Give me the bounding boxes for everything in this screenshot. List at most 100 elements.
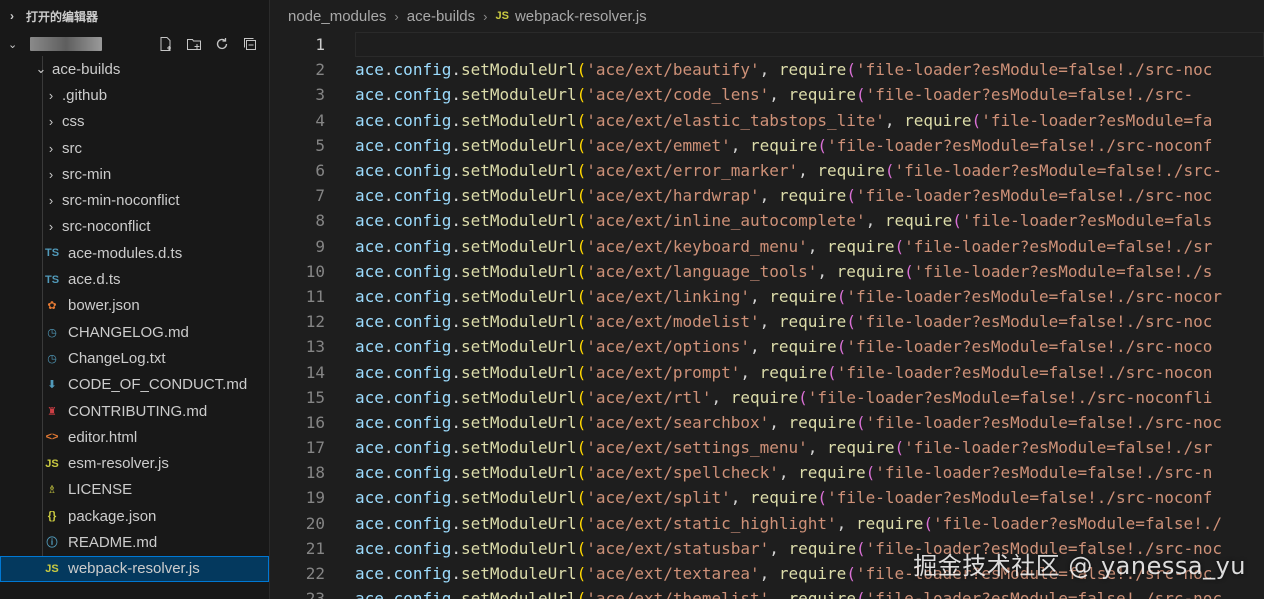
code-line[interactable]: 2 ace.config.setModuleUrl('ace/ext/beauti… — [271, 57, 1264, 82]
tree-file[interactable]: ⬇ CODE_OF_CONDUCT.md — [0, 372, 269, 398]
token-function: require — [778, 186, 847, 206]
tree-file[interactable]: ♜ CONTRIBUTING.md — [0, 398, 269, 424]
tree-file[interactable]: ◷ CHANGELOG.md — [0, 319, 269, 345]
code-line[interactable]: 20 ace.config.setModuleUrl('ace/ext/stati… — [271, 511, 1264, 536]
token-paren: ( — [576, 211, 587, 231]
tree-file[interactable]: ⓘ README.md — [0, 529, 269, 555]
tree-item-label: CODE_OF_CONDUCT.md — [68, 376, 248, 394]
breadcrumb-item[interactable]: webpack-resolver.js — [515, 8, 647, 25]
token-paren: ( — [798, 387, 808, 407]
code-editor[interactable]: 1 2 ace.config.setModuleUrl('ace/ext/beaut… — [271, 32, 1264, 599]
token-punct: . — [451, 261, 461, 281]
code-line[interactable]: 3 ace.config.setModuleUrl('ace/ext/code_l… — [271, 82, 1264, 107]
code-line[interactable]: 14 ace.config.setModuleUrl('ace/ext/promp… — [271, 359, 1264, 384]
tree-folder[interactable]: › css — [0, 109, 269, 135]
tree-file[interactable]: TS ace-modules.d.ts — [0, 240, 269, 266]
token-punct: . — [451, 564, 461, 584]
token-function: setModuleUrl — [460, 463, 577, 483]
workspace-folder-header[interactable]: ⌄ — [0, 32, 269, 56]
open-editors-header[interactable]: › 打开的编辑器 — [0, 0, 269, 32]
token-function: require — [884, 211, 953, 231]
code-line[interactable]: 5 ace.config.setModuleUrl('ace/ext/emmet'… — [271, 133, 1264, 158]
tree-item-label: src-min-noconflict — [62, 192, 180, 210]
code-line[interactable]: 19 ace.config.setModuleUrl('ace/ext/split… — [271, 485, 1264, 510]
tree-folder[interactable]: › src — [0, 135, 269, 161]
token-string: 'file-loader?esModule=false!./src-noconf — [827, 488, 1213, 508]
tree-item-label: README.md — [68, 533, 158, 551]
line-number: 12 — [305, 312, 325, 332]
code-line[interactable]: 17 ace.config.setModuleUrl('ace/ext/setti… — [271, 435, 1264, 460]
tree-folder[interactable]: › src-noconflict — [0, 214, 269, 240]
code-line[interactable]: 11 ace.config.setModuleUrl('ace/ext/linki… — [271, 284, 1264, 309]
token-property: config — [393, 387, 452, 407]
code-line[interactable]: 13 ace.config.setModuleUrl('ace/ext/optio… — [271, 334, 1264, 359]
token-function: setModuleUrl — [460, 135, 577, 155]
chevron-right-icon: › — [48, 219, 54, 235]
code-line[interactable]: 12 ace.config.setModuleUrl('ace/ext/model… — [271, 309, 1264, 334]
token-string: 'ace/ext/modelist' — [586, 312, 760, 332]
code-line[interactable]: 10 ace.config.setModuleUrl('ace/ext/langu… — [271, 259, 1264, 284]
token-property: config — [393, 513, 452, 533]
tree-file[interactable]: <> editor.html — [0, 424, 269, 450]
token-property: config — [393, 564, 452, 584]
token-identifier: ace — [355, 161, 384, 181]
token-punct: , — [759, 564, 779, 584]
code-line[interactable]: 6 ace.config.setModuleUrl('ace/ext/error_… — [271, 158, 1264, 183]
token-punct: . — [451, 85, 461, 105]
line-content: ace.config.setModuleUrl('ace/ext/options… — [325, 337, 1212, 356]
collapse-all-icon[interactable] — [241, 35, 259, 53]
code-line[interactable]: 23 ace.config.setModuleUrl('ace/ext/theme… — [271, 586, 1264, 599]
chevron-right-icon: › — [48, 87, 54, 103]
code-line[interactable]: 15 ace.config.setModuleUrl('ace/ext/rtl',… — [271, 385, 1264, 410]
code-line[interactable]: 7 ace.config.setModuleUrl('ace/ext/hardwr… — [271, 183, 1264, 208]
tree-item-label: src-min — [62, 165, 112, 183]
code-line[interactable]: 16 ace.config.setModuleUrl('ace/ext/searc… — [271, 410, 1264, 435]
tree-file[interactable]: TS ace.d.ts — [0, 266, 269, 292]
token-string: 'ace/ext/error_marker' — [586, 161, 799, 181]
tree-file[interactable]: ♗ LICENSE — [0, 477, 269, 503]
token-paren: ( — [894, 236, 905, 256]
tree-file[interactable]: JS webpack-resolver.js — [0, 555, 269, 582]
tree-file[interactable]: ✿ bower.json — [0, 293, 269, 319]
token-punct: . — [451, 538, 461, 558]
tree-folder[interactable]: › src-min-noconflict — [0, 187, 269, 213]
token-property: config — [393, 412, 452, 432]
token-identifier: ace — [355, 186, 384, 206]
token-punct: . — [451, 186, 461, 206]
new-file-icon[interactable] — [157, 35, 175, 53]
token-punct: . — [383, 589, 394, 599]
token-function: require — [855, 513, 924, 533]
tree-folder[interactable]: › src-min — [0, 161, 269, 187]
token-paren: ( — [576, 135, 587, 155]
token-function: setModuleUrl — [460, 261, 577, 281]
tree-file[interactable]: JS esm-resolver.js — [0, 450, 269, 476]
tree-item-label: editor.html — [68, 428, 138, 446]
line-number: 10 — [305, 261, 325, 281]
token-function: setModuleUrl — [460, 211, 577, 231]
tree-folder-ace-builds[interactable]: ⌄ ace-builds — [0, 56, 269, 82]
token-paren: ( — [846, 312, 856, 332]
token-paren: ( — [576, 412, 587, 432]
token-punct: . — [383, 463, 394, 483]
token-string: 'file-loader?esModule=false!./src-noco — [846, 337, 1213, 357]
breadcrumb-item[interactable]: node_modules — [288, 8, 386, 25]
code-line[interactable]: 9 ace.config.setModuleUrl('ace/ext/keyboa… — [271, 234, 1264, 259]
token-function: setModuleUrl — [460, 412, 577, 432]
tree-folder[interactable]: › .github — [0, 82, 269, 108]
code-line[interactable]: 4 ace.config.setModuleUrl('ace/ext/elasti… — [271, 108, 1264, 133]
line-number: 13 — [305, 337, 325, 357]
tree-file[interactable]: ◷ ChangeLog.txt — [0, 345, 269, 371]
line-number: 23 — [305, 589, 325, 599]
token-paren: ( — [846, 564, 856, 584]
token-function: setModuleUrl — [460, 110, 577, 130]
refresh-icon[interactable] — [213, 35, 231, 53]
line-content: ace.config.setModuleUrl('ace/ext/beautif… — [325, 60, 1212, 79]
token-punct: . — [451, 211, 461, 231]
code-line[interactable]: 8 ace.config.setModuleUrl('ace/ext/inline… — [271, 208, 1264, 233]
token-string: 'file-loader?esModule=false!./src-noc — [855, 60, 1213, 80]
breadcrumb-item[interactable]: ace-builds — [407, 8, 475, 25]
token-punct: . — [451, 463, 461, 483]
tree-file[interactable]: {} package.json — [0, 503, 269, 529]
new-folder-icon[interactable] — [185, 35, 203, 53]
code-line[interactable]: 18 ace.config.setModuleUrl('ace/ext/spell… — [271, 460, 1264, 485]
